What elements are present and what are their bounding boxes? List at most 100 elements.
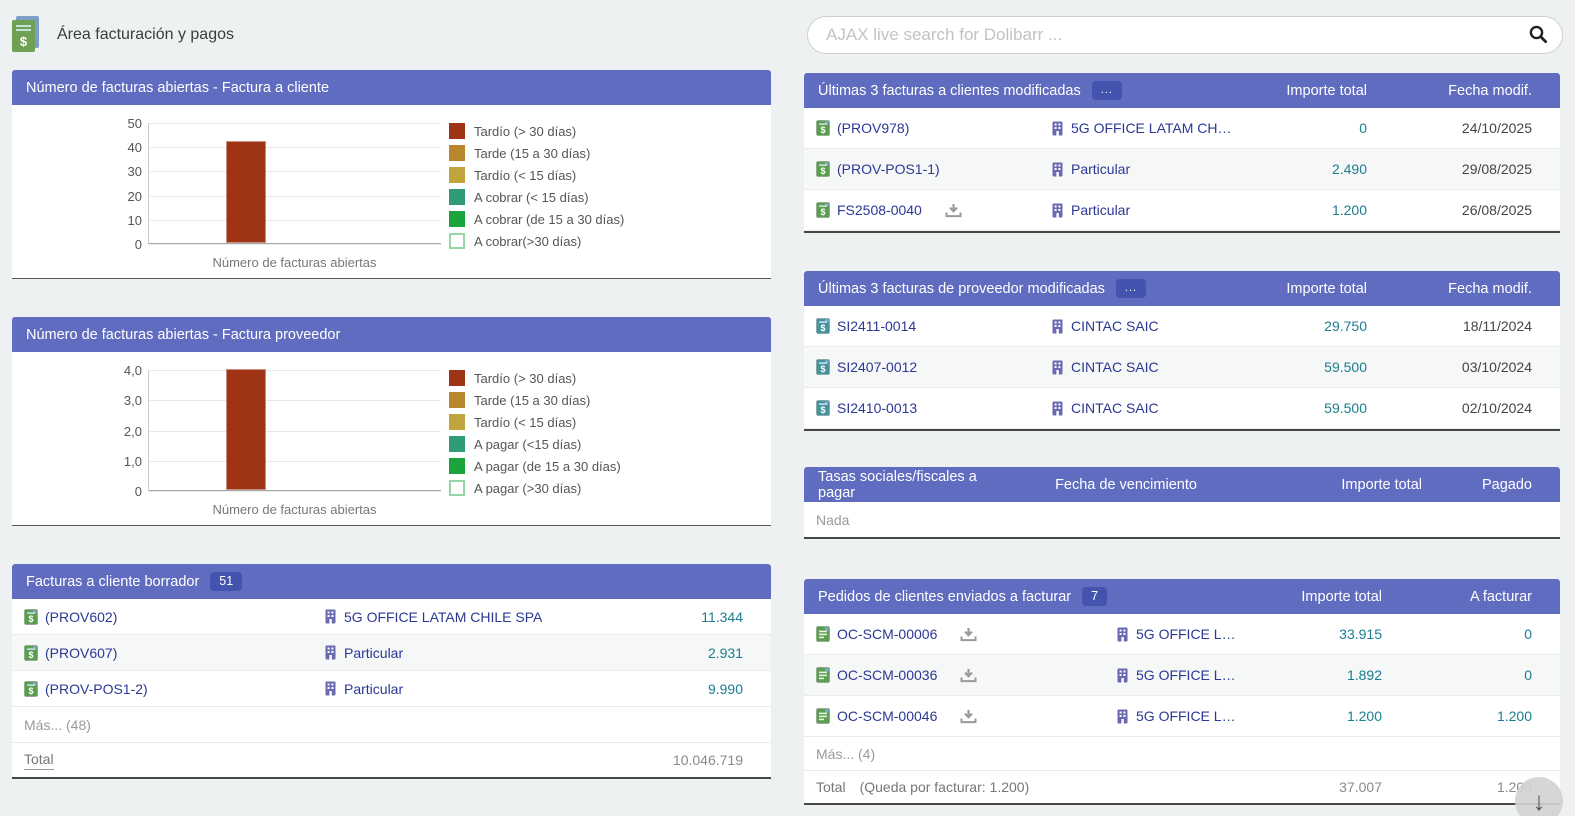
invoice-dollar-icon: $ (12, 19, 39, 52)
table-row: $SI2410-0013CINTAC SAIC59.50002/10/2024 (804, 388, 1560, 429)
company-link[interactable]: Particular (1071, 161, 1130, 177)
y-axis-tick-label: 0 (106, 237, 142, 252)
top-bar: $ Área facturación y pagos (0, 0, 1575, 70)
cell-amount: 0 (1410, 614, 1560, 654)
company-link[interactable]: Particular (344, 681, 403, 697)
legend-item: Tardío (< 15 días) (449, 164, 624, 186)
company-link[interactable]: Particular (344, 645, 403, 661)
chart-gridline (149, 370, 441, 371)
count-badge[interactable]: 51 (210, 572, 242, 591)
company-link[interactable]: CINTAC SAIC (1071, 359, 1159, 375)
chart-legend: Tardío (> 30 días)Tarde (15 a 30 días)Ta… (449, 367, 621, 499)
empty-label: Nada (816, 512, 849, 528)
dashboard-columns: Número de facturas abiertas - Factura a … (0, 70, 1575, 805)
document-ref-link[interactable]: SI2411-0014 (837, 318, 916, 334)
supplier-invoices-chart: 4,03,02,01,00Número de facturas abiertas… (12, 352, 771, 526)
svg-text:$: $ (28, 614, 33, 624)
legend-swatch (449, 392, 465, 408)
document-ref-link[interactable]: FS2508-0040 (837, 202, 922, 218)
cell-amount: 11.344 (611, 599, 771, 634)
building-icon (1051, 401, 1064, 416)
chart-gridline (149, 171, 441, 172)
legend-swatch (449, 145, 465, 161)
more-row: Más... (4) (804, 737, 1560, 771)
download-icon[interactable] (960, 668, 977, 683)
legend-item: Tarde (15 a 30 días) (449, 142, 624, 164)
page-title: Área facturación y pagos (57, 26, 234, 44)
company-link[interactable]: CINTAC SAIC (1071, 318, 1159, 334)
document-ref-link[interactable]: SI2410-0013 (837, 400, 917, 416)
left-column: Número de facturas abiertas - Factura a … (12, 70, 771, 779)
company-link[interactable]: 5G OFFICE LATAM CHIL… (1071, 120, 1235, 136)
download-icon[interactable] (960, 627, 977, 642)
document-ref-link[interactable]: (PROV602) (45, 609, 117, 625)
legend-label: A pagar (>30 días) (474, 481, 581, 496)
company-link[interactable]: 5G OFFICE LATAM CHILE SPA (344, 609, 542, 625)
cell-amount: 2.490 (1235, 149, 1395, 189)
legend-item: A cobrar (< 15 días) (449, 186, 624, 208)
document-ref-link[interactable]: OC-SCM-00006 (837, 626, 937, 642)
chart-gridline (149, 491, 441, 492)
company-link[interactable]: 5G OFFICE LAT… (1136, 708, 1240, 724)
column-header: Importe total (1280, 477, 1450, 493)
column-header: Fecha modif. (1395, 281, 1560, 297)
company-link[interactable]: 5G OFFICE LAT… (1136, 626, 1240, 642)
document-ref-link[interactable]: SI2407-0012 (837, 359, 917, 375)
document-ref-link[interactable]: (PROV-POS1-2) (45, 681, 148, 697)
table-row: $FS2508-0040Particular1.20026/08/2025 (804, 190, 1560, 231)
legend-label: A cobrar(>30 días) (474, 234, 581, 249)
table-header: Pedidos de clientes enviados a facturar7… (804, 579, 1560, 614)
orders-to-bill-table: Pedidos de clientes enviados a facturar7… (804, 579, 1560, 805)
more-link[interactable]: Más... (4) (816, 746, 875, 762)
document-ref-link[interactable]: (PROV-POS1-1) (837, 161, 940, 177)
chart-gridline (149, 147, 441, 148)
search-icon[interactable] (1528, 24, 1548, 49)
column-header: Fecha de vencimiento (1000, 477, 1280, 493)
legend-label: Tarde (15 a 30 días) (474, 146, 590, 161)
svg-text:$: $ (820, 405, 825, 415)
ellipsis-badge[interactable]: ... (1092, 81, 1122, 100)
supplier-invoice-icon: $ (816, 400, 830, 416)
company-link[interactable]: CINTAC SAIC (1071, 400, 1159, 416)
column-header: Importe total (1240, 589, 1410, 605)
count-badge[interactable]: 7 (1082, 587, 1107, 606)
column-header: A facturar (1410, 589, 1560, 605)
table-title: Últimas 3 facturas de proveedor modifica… (818, 281, 1105, 297)
chart-gridline (149, 461, 441, 462)
supplier-invoice-icon: $ (816, 318, 830, 334)
company-link[interactable]: 5G OFFICE LAT… (1136, 667, 1240, 683)
svg-text:$: $ (820, 364, 825, 374)
panel-open-customer-invoices: Número de facturas abiertas - Factura a … (12, 70, 771, 279)
legend-item: A pagar (>30 días) (449, 477, 621, 499)
building-icon (1116, 627, 1129, 642)
legend-swatch (449, 167, 465, 183)
chart-legend: Tardío (> 30 días)Tarde (15 a 30 días)Ta… (449, 120, 624, 252)
y-axis-tick-label: 40 (106, 140, 142, 155)
legend-item: Tardío (< 15 días) (449, 411, 621, 433)
total-row: Total10.046.719 (12, 743, 771, 779)
download-icon[interactable] (945, 203, 962, 218)
total-value: 10.046.719 (611, 743, 771, 777)
customer-invoice-icon: $ (816, 120, 830, 136)
more-link[interactable]: Más... (48) (24, 717, 91, 733)
document-ref-link[interactable]: (PROV978) (837, 120, 909, 136)
building-icon (324, 609, 337, 624)
legend-swatch (449, 480, 465, 496)
company-link[interactable]: Particular (1071, 202, 1130, 218)
total-label: Total (816, 779, 846, 795)
arrow-down-icon: ↓ (1533, 786, 1546, 816)
document-ref-link[interactable]: (PROV607) (45, 645, 117, 661)
cell-amount: 33.915 (1240, 614, 1410, 654)
legend-swatch (449, 370, 465, 386)
cell-amount: 59.500 (1235, 388, 1395, 428)
legend-label: Tardío (< 15 días) (474, 168, 576, 183)
search-input[interactable] (807, 16, 1563, 54)
y-axis-tick-label: 3,0 (106, 393, 142, 408)
ellipsis-badge[interactable]: ... (1116, 279, 1146, 298)
draft-customer-invoices-table: Facturas a cliente borrador51$(PROV602)5… (12, 564, 771, 779)
cell-date: 03/10/2024 (1395, 347, 1560, 387)
document-ref-link[interactable]: OC-SCM-00046 (837, 708, 937, 724)
download-icon[interactable] (960, 709, 977, 724)
document-ref-link[interactable]: OC-SCM-00036 (837, 667, 937, 683)
customer-invoice-icon: $ (24, 609, 38, 625)
